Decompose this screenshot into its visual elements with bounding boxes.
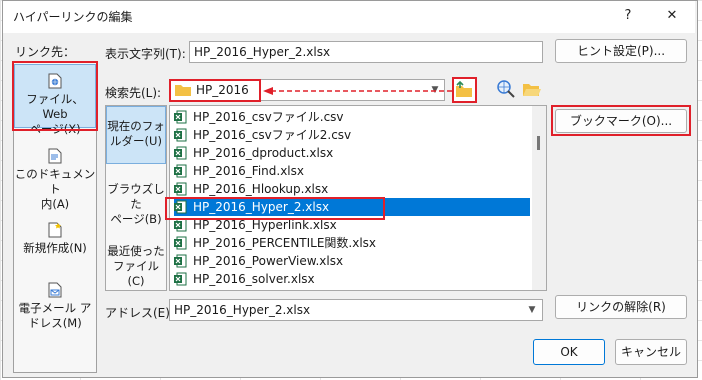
screen-tip-button[interactable]: ヒント設定(P)... <box>555 39 687 63</box>
nav-label: ファイル(C) <box>113 259 159 288</box>
email-icon <box>48 282 62 298</box>
file-list-scrollbar[interactable] <box>532 106 546 290</box>
nav-label: 現在のフォ <box>107 119 165 133</box>
excel-file-icon <box>174 164 187 178</box>
highlight-frame <box>12 61 98 131</box>
excel-file-icon <box>174 146 187 160</box>
excel-file-icon <box>174 218 187 232</box>
dialog-title: ハイパーリンクの編集 <box>13 10 133 24</box>
remove-link-button[interactable]: リンクの解除(R) <box>555 295 687 319</box>
file-location-nav: 現在のフォ ルダー(U) ブラウズした ページ(B) 最近使った ファイル(C) <box>105 105 167 291</box>
nav-label: ページ(B) <box>110 212 162 226</box>
excel-file-icon <box>174 236 187 250</box>
excel-file-icon <box>174 128 187 142</box>
chevron-down-icon[interactable]: ▼ <box>523 301 541 319</box>
file-item[interactable]: HP_2016_solver.xlsx <box>174 270 530 288</box>
nav-label: ブラウズした <box>107 182 165 211</box>
file-item[interactable]: HP_2016_dproduct.xlsx <box>174 144 530 162</box>
nav-recent-files[interactable]: 最近使った ファイル(C) <box>106 244 166 289</box>
sidebar-item-email-address[interactable]: 電子メール ア ドレス(M) <box>14 282 96 331</box>
browse-web-button[interactable] <box>495 78 517 100</box>
look-in-label: 検索先(L): <box>105 86 162 100</box>
display-text-input[interactable]: HP_2016_Hyper_2.xlsx <box>189 41 543 63</box>
close-button[interactable]: ✕ <box>661 5 683 27</box>
sidebar-item-this-document[interactable]: このドキュメント 内(A) <box>14 148 96 212</box>
file-item[interactable]: HP_2016_PowerView.xlsx <box>174 252 530 270</box>
scrollbar-thumb[interactable] <box>537 136 540 150</box>
file-item[interactable]: HP_2016_csvファイル.csv <box>174 108 530 126</box>
highlight-frame <box>165 197 385 220</box>
highlight-frame <box>551 105 691 136</box>
file-item[interactable]: HP_2016_PERCENTILE関数.xlsx <box>174 234 530 252</box>
open-folder-icon <box>523 84 541 96</box>
sidebar-item-label: 新規作成(N) <box>23 241 87 255</box>
display-text-label: 表示文字列(T): <box>105 47 186 61</box>
highlight-frame <box>452 77 477 103</box>
sidebar-item-label: ドレス(M) <box>28 316 82 330</box>
nav-current-folder[interactable]: 現在のフォ ルダー(U) <box>106 106 166 164</box>
web-search-icon <box>497 80 515 98</box>
help-button[interactable]: ? <box>617 5 639 27</box>
excel-file-icon <box>174 110 187 124</box>
browse-file-button[interactable] <box>521 78 543 100</box>
sidebar-item-label: 電子メール ア <box>18 301 92 315</box>
excel-file-icon <box>174 272 187 286</box>
nav-browsed-pages[interactable]: ブラウズした ページ(B) <box>106 182 166 227</box>
excel-file-icon <box>174 182 187 196</box>
title-bar: ハイパーリンクの編集 ? ✕ <box>3 1 695 33</box>
edit-hyperlink-dialog: ハイパーリンクの編集 ? ✕ リンク先： ファイル、Web ページ(X) このド… <box>2 0 698 378</box>
cancel-button[interactable]: キャンセル <box>615 339 687 365</box>
new-document-icon <box>48 222 62 238</box>
link-to-label: リンク先： <box>15 45 76 59</box>
highlight-frame <box>169 79 261 102</box>
sidebar-item-label: このドキュメント <box>14 167 96 196</box>
document-icon <box>48 148 62 164</box>
address-input[interactable]: HP_2016_Hyper_2.xlsx <box>169 299 543 321</box>
nav-label: ルダー(U) <box>110 134 162 148</box>
ok-button[interactable]: OK <box>533 339 605 365</box>
excel-file-icon <box>174 254 187 268</box>
nav-label: 最近使った <box>107 244 165 258</box>
sidebar-item-create-new[interactable]: 新規作成(N) <box>14 222 96 256</box>
file-item[interactable]: HP_2016_Find.xlsx <box>174 162 530 180</box>
sidebar-item-label: 内(A) <box>40 197 70 211</box>
address-label: アドレス(E): <box>105 306 174 320</box>
arrow-annotation <box>263 87 455 95</box>
file-item[interactable]: HP_2016_Hlookup.xlsx <box>174 180 530 198</box>
file-item[interactable]: HP_2016_csvファイル2.csv <box>174 126 530 144</box>
